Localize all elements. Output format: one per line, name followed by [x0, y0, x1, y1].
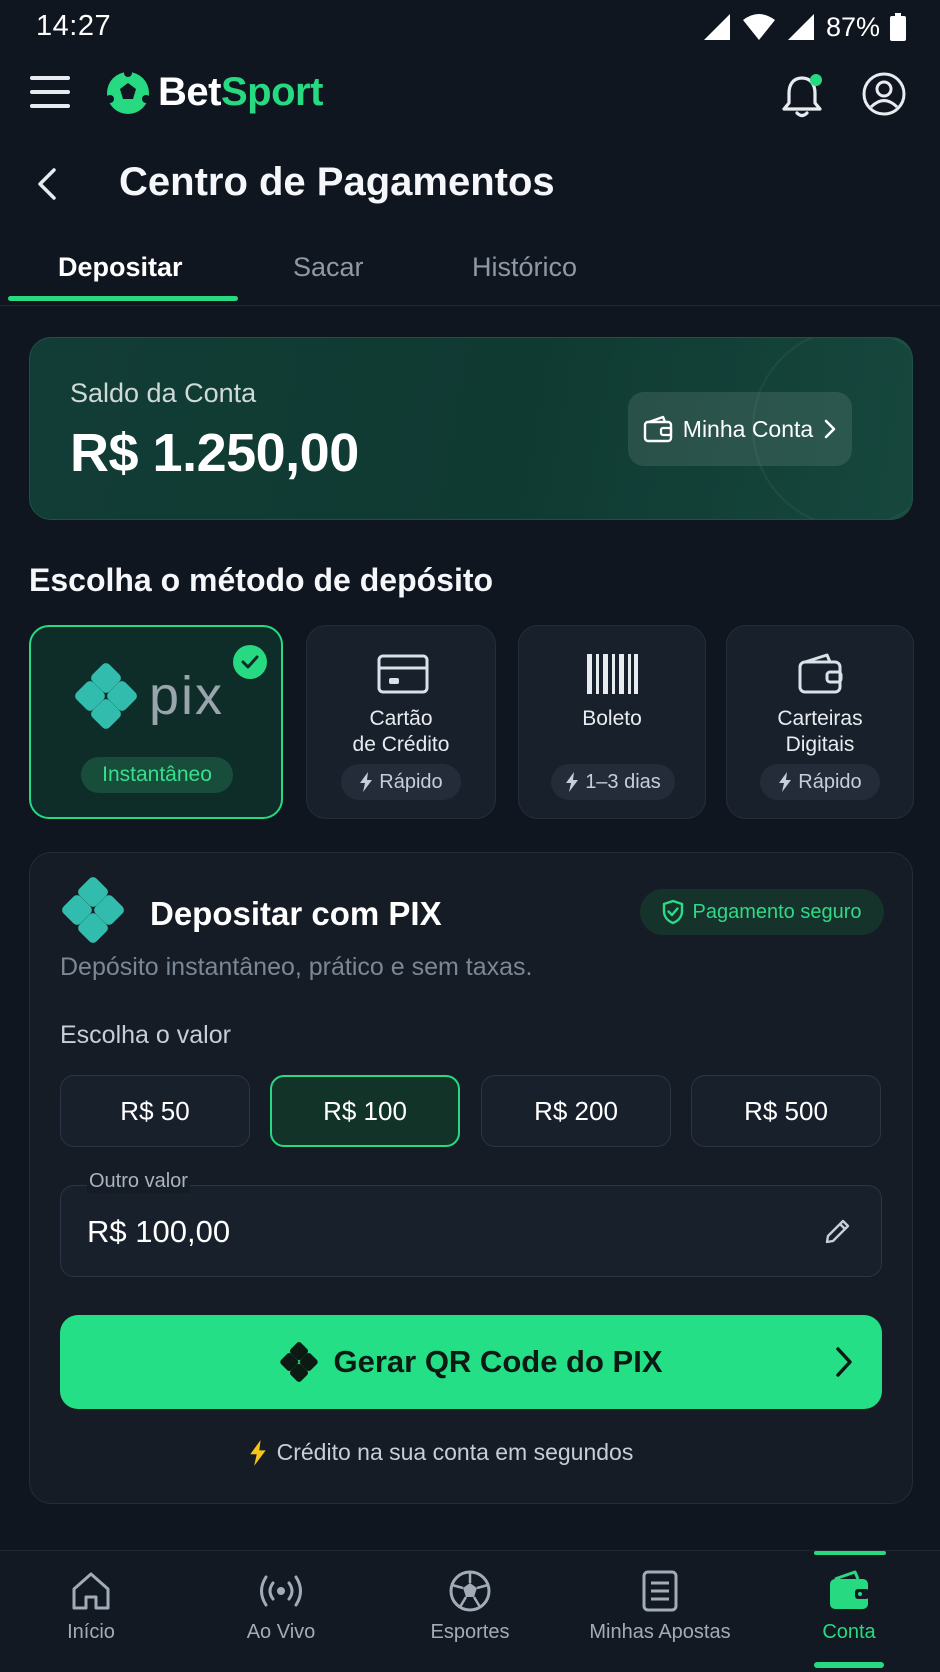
boleto-label: Boleto: [582, 707, 642, 730]
active-nav-indicator: [814, 1551, 886, 1555]
pix-card-title: Depositar com PIX: [150, 895, 442, 932]
active-tab-indicator: [8, 296, 238, 301]
nav-conta[interactable]: Conta: [764, 1569, 934, 1644]
shield-check-icon: [663, 899, 684, 925]
chevron-right-icon: [836, 1347, 852, 1377]
tab-depositar[interactable]: Depositar: [58, 252, 183, 283]
wifi-icon: [742, 14, 775, 40]
chevron-right-icon: [824, 419, 836, 439]
wallets-speed-chip: Rápido: [760, 764, 880, 800]
method-digital-wallets[interactable]: Carteiras Digitais Rápido: [726, 625, 914, 819]
notification-bell-icon[interactable]: [780, 72, 824, 118]
lightning-icon: [360, 772, 373, 792]
pix-logo-icon: [280, 1342, 319, 1382]
notification-dot: [810, 74, 822, 86]
amount-100-button[interactable]: R$ 100: [270, 1075, 460, 1147]
lightning-icon: [779, 772, 792, 792]
method-pix[interactable]: pix Instantâneo: [29, 625, 283, 819]
tab-historico[interactable]: Histórico: [472, 252, 577, 283]
balance-value: R$ 1.250,00: [70, 423, 359, 483]
barcode-icon: [587, 654, 638, 694]
credit-note-text: Crédito na sua conta em segundos: [276, 1439, 634, 1465]
other-value-input[interactable]: Outro valor R$ 100,00: [60, 1170, 882, 1277]
profile-icon[interactable]: [862, 72, 906, 116]
cell-signal-2-icon: [787, 14, 814, 40]
back-arrow-icon[interactable]: [32, 164, 62, 204]
brand-logo[interactable]: BetSport: [106, 70, 323, 115]
wallets-label-line2: Digitais: [785, 733, 855, 756]
pix-instant-chip: Instantâneo: [81, 757, 233, 793]
check-icon: [233, 645, 267, 679]
my-account-button[interactable]: Minha Conta: [628, 392, 852, 466]
other-value-text: R$ 100,00: [87, 1214, 231, 1249]
other-value-label: Outro valor: [87, 1170, 190, 1193]
page-title: Centro de Pagamentos: [119, 160, 555, 204]
boleto-speed-label: 1–3 dias: [585, 770, 661, 793]
bottom-navigation: Início Ao Vivo Esportes Minhas Apostas C…: [0, 1550, 940, 1672]
pencil-edit-icon[interactable]: [823, 1216, 853, 1246]
logo-ball-icon: [106, 70, 150, 114]
wallet-icon: [830, 1570, 869, 1609]
credit-card-speed-chip: Rápido: [341, 764, 461, 800]
wallets-label-line1: Carteiras: [777, 707, 863, 730]
home-icon: [72, 1572, 110, 1610]
credit-card-speed-label: Rápido: [379, 770, 443, 793]
lightning-icon: [566, 772, 579, 792]
boleto-speed-chip: 1–3 dias: [551, 764, 675, 800]
balance-label: Saldo da Conta: [70, 378, 257, 408]
logo-text-bet: Bet: [158, 70, 221, 114]
pix-logo-text: pix: [149, 666, 225, 726]
wallets-speed-label: Rápido: [798, 770, 862, 793]
choose-value-label: Escolha o valor: [60, 1021, 231, 1049]
nav-inicio-label: Início: [67, 1621, 115, 1643]
credit-card-icon: [377, 654, 429, 694]
nav-esportes-label: Esportes: [430, 1621, 510, 1643]
pix-logo: pix: [73, 663, 224, 729]
amount-200-button[interactable]: R$ 200: [481, 1075, 671, 1147]
method-boleto[interactable]: Boleto 1–3 dias: [518, 625, 706, 819]
home-gesture-bar: [814, 1662, 884, 1668]
wallet-icon: [798, 653, 843, 694]
soccer-ball-icon: [449, 1570, 491, 1612]
secure-payment-badge: Pagamento seguro: [640, 889, 884, 935]
pix-deposit-card: Depositar com PIX Pagamento seguro Depós…: [29, 852, 913, 1504]
logo-text-sport: Sport: [220, 70, 323, 114]
live-broadcast-icon: [260, 1575, 302, 1607]
amount-50-button[interactable]: R$ 50: [60, 1075, 250, 1147]
generate-pix-qr-label: Gerar QR Code do PIX: [333, 1344, 663, 1379]
balance-card: Saldo da Conta R$ 1.250,00 Minha Conta: [29, 337, 913, 520]
pix-logo-icon: [75, 663, 137, 729]
hamburger-menu-icon[interactable]: [30, 76, 70, 108]
amount-500-button[interactable]: R$ 500: [691, 1075, 881, 1147]
credit-note: Crédito na sua conta em segundos: [30, 1439, 852, 1466]
tab-sacar[interactable]: Sacar: [293, 252, 364, 283]
battery-icon: [890, 13, 906, 41]
status-time: 14:27: [36, 10, 112, 42]
secure-payment-label: Pagamento seguro: [692, 900, 862, 923]
nav-ao-vivo-label: Ao Vivo: [246, 1621, 316, 1643]
nav-conta-label: Conta: [822, 1621, 876, 1643]
nav-minhas-apostas[interactable]: Minhas Apostas: [575, 1569, 745, 1644]
nav-minhas-apostas-label: Minhas Apostas: [589, 1621, 731, 1643]
method-credit-card[interactable]: Cartão de Crédito Rápido: [306, 625, 496, 819]
credit-card-label-line2: de Crédito: [352, 733, 450, 756]
nav-ao-vivo[interactable]: Ao Vivo: [196, 1569, 366, 1644]
bet-slip-icon: [642, 1570, 678, 1612]
deposit-method-heading: Escolha o método de depósito: [29, 562, 494, 598]
lightning-icon: [249, 1439, 266, 1466]
my-account-label: Minha Conta: [682, 415, 814, 442]
cell-signal-icon: [703, 14, 730, 40]
nav-esportes[interactable]: Esportes: [385, 1569, 555, 1644]
nav-inicio[interactable]: Início: [6, 1569, 176, 1644]
battery-level: 87%: [825, 11, 880, 42]
wallet-icon: [643, 415, 672, 443]
pix-description: Depósito instantâneo, prático e sem taxa…: [60, 953, 533, 981]
status-icons: 87%: [702, 10, 906, 44]
pix-logo-icon: [62, 877, 124, 943]
credit-card-label-line1: Cartão: [369, 707, 433, 730]
generate-pix-qr-button[interactable]: Gerar QR Code do PIX: [60, 1315, 882, 1409]
